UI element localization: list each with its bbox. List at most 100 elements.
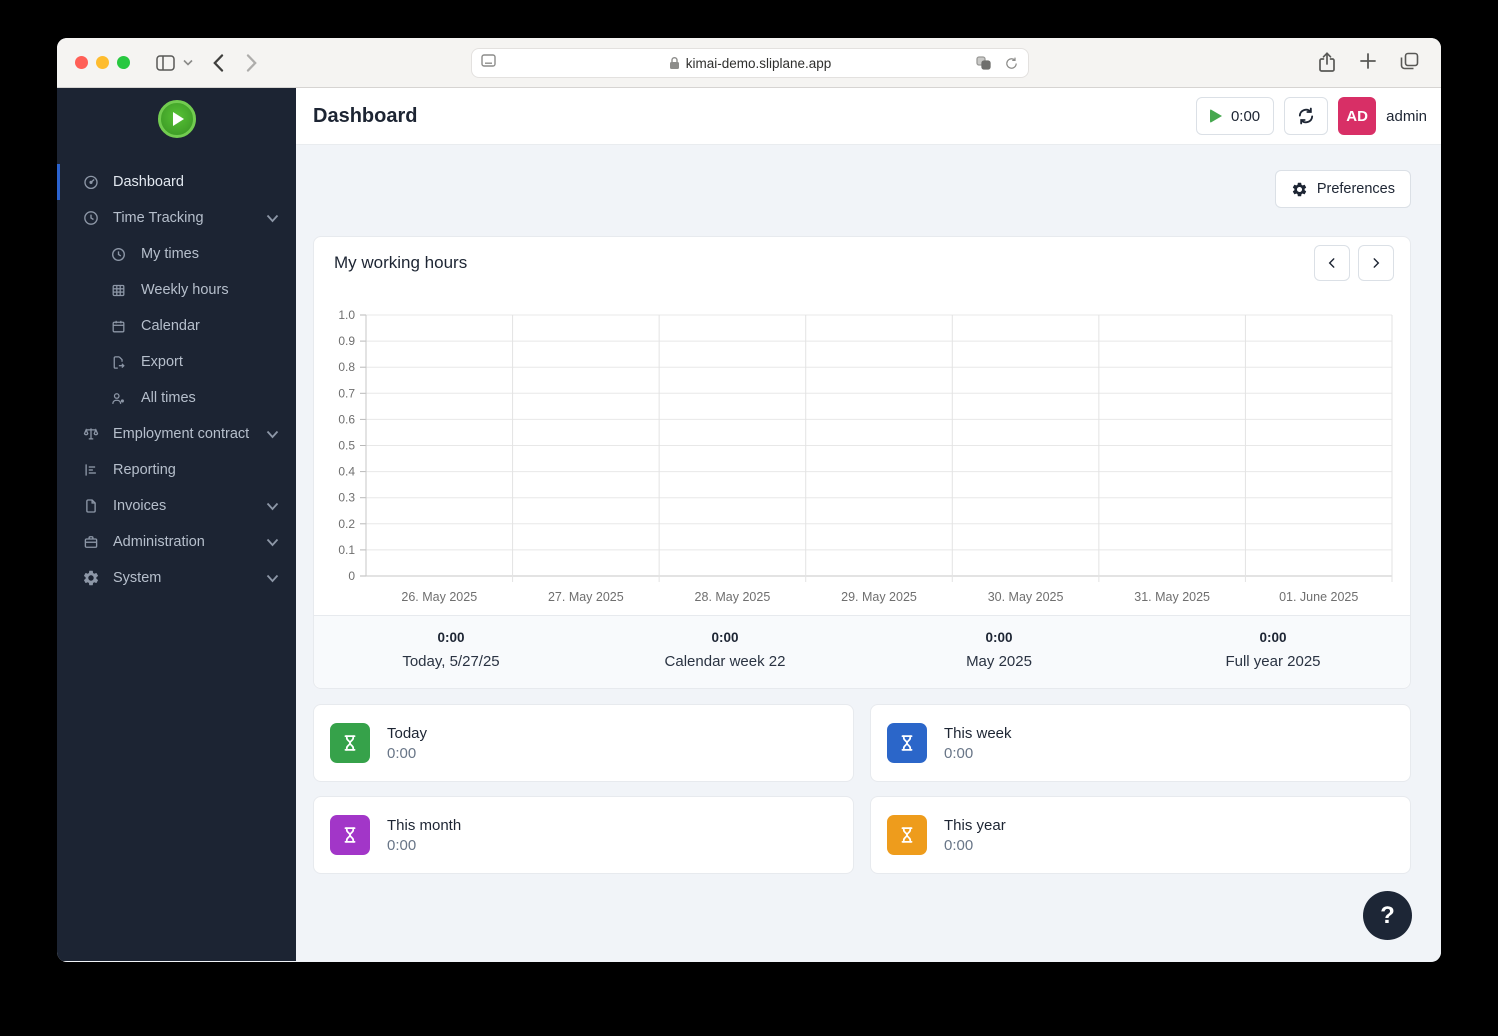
svg-text:0.4: 0.4 (338, 465, 355, 479)
next-period-button[interactable] (1358, 245, 1394, 281)
lock-icon (669, 56, 680, 70)
svg-text:1.0: 1.0 (338, 308, 355, 322)
sidebar-item-label: All times (141, 390, 196, 406)
page-settings-icon[interactable] (481, 54, 496, 72)
sidebar-item-system[interactable]: System (57, 560, 296, 596)
briefcase-icon (82, 533, 100, 551)
minimize-window-button[interactable] (96, 56, 109, 69)
gear-icon (82, 569, 100, 587)
sidebar: Dashboard Time Tracking My times (57, 88, 296, 961)
translate-icon[interactable] (976, 56, 992, 70)
sidebar-item-label: Administration (113, 534, 205, 550)
timer-value: 0:00 (1231, 108, 1260, 125)
sidebar-item-dashboard[interactable]: Dashboard (57, 164, 296, 200)
tab-overview-icon[interactable] (1400, 52, 1419, 70)
gear-icon (1291, 181, 1308, 198)
stat-card-today: Today 0:00 (313, 704, 854, 782)
summary-month: 0:00 May 2025 (862, 630, 1136, 670)
preferences-button[interactable]: Preferences (1275, 170, 1411, 208)
summary-row: 0:00 Today, 5/27/25 0:00 Calendar week 2… (314, 615, 1410, 688)
window-controls (75, 56, 130, 69)
sidebar-item-label: Employment contract (113, 426, 249, 442)
previous-period-button[interactable] (1314, 245, 1350, 281)
chevron-left-icon (1325, 256, 1339, 270)
hourglass-icon (330, 815, 370, 855)
svg-text:29. May 2025: 29. May 2025 (841, 590, 917, 604)
new-tab-icon[interactable] (1359, 52, 1377, 70)
start-timer-button[interactable]: 0:00 (1196, 97, 1274, 135)
invoice-file-icon (82, 497, 100, 515)
chevron-down-icon[interactable] (183, 59, 193, 66)
svg-text:0.9: 0.9 (338, 334, 355, 348)
address-bar[interactable]: kimai-demo.sliplane.app (471, 48, 1029, 78)
summary-week: 0:00 Calendar week 22 (588, 630, 862, 670)
svg-text:31. May 2025: 31. May 2025 (1134, 590, 1210, 604)
sidebar-item-administration[interactable]: Administration (57, 524, 296, 560)
sidebar-item-label: Export (141, 354, 183, 370)
svg-text:28. May 2025: 28. May 2025 (695, 590, 771, 604)
summary-today: 0:00 Today, 5/27/25 (314, 630, 588, 670)
avatar[interactable]: AD (1338, 97, 1376, 135)
clock-icon (110, 245, 128, 263)
browser-chrome: kimai-demo.sliplane.app (57, 38, 1441, 88)
sidebar-item-label: Calendar (141, 318, 200, 334)
stat-card-this-month: This month 0:00 (313, 796, 854, 874)
play-icon (1210, 109, 1222, 123)
sidebar-toggle-icon[interactable] (156, 55, 175, 71)
sidebar-item-invoices[interactable]: Invoices (57, 488, 296, 524)
svg-text:0.3: 0.3 (338, 491, 355, 505)
share-icon[interactable] (1318, 52, 1336, 73)
sidebar-item-label: Weekly hours (141, 282, 229, 298)
svg-text:27. May 2025: 27. May 2025 (548, 590, 624, 604)
svg-text:0: 0 (348, 569, 355, 583)
calendar-icon (110, 317, 128, 335)
help-button[interactable]: ? (1363, 891, 1412, 940)
chevron-down-icon (266, 574, 279, 583)
svg-text:01. June 2025: 01. June 2025 (1279, 590, 1358, 604)
sidebar-item-export[interactable]: Export (57, 344, 296, 380)
browser-window: kimai-demo.sliplane.app Dashboard (57, 38, 1441, 962)
reload-icon[interactable] (1004, 56, 1019, 71)
forward-button[interactable] (246, 54, 257, 72)
sidebar-item-label: Reporting (113, 462, 176, 478)
close-window-button[interactable] (75, 56, 88, 69)
chevron-down-icon (266, 538, 279, 547)
svg-text:30. May 2025: 30. May 2025 (988, 590, 1064, 604)
sidebar-item-time-tracking[interactable]: Time Tracking (57, 200, 296, 236)
back-button[interactable] (213, 54, 224, 72)
sidebar-item-my-times[interactable]: My times (57, 236, 296, 272)
gauge-icon (82, 173, 100, 191)
url-text: kimai-demo.sliplane.app (686, 56, 832, 71)
hourglass-icon (887, 815, 927, 855)
sidebar-item-label: Invoices (113, 498, 166, 514)
working-hours-chart: 00.10.20.30.40.50.60.70.80.91.026. May 2… (314, 289, 1410, 615)
sidebar-item-all-times[interactable]: All times (57, 380, 296, 416)
sidebar-item-label: Dashboard (113, 174, 184, 190)
hourglass-icon (330, 723, 370, 763)
sidebar-item-weekly-hours[interactable]: Weekly hours (57, 272, 296, 308)
refresh-button[interactable] (1284, 97, 1328, 135)
zoom-window-button[interactable] (117, 56, 130, 69)
sidebar-item-calendar[interactable]: Calendar (57, 308, 296, 344)
svg-text:0.2: 0.2 (338, 517, 355, 531)
stat-card-this-year: This year 0:00 (870, 796, 1411, 874)
svg-text:26. May 2025: 26. May 2025 (401, 590, 477, 604)
sidebar-item-label: My times (141, 246, 199, 262)
users-icon (110, 389, 128, 407)
sidebar-item-reporting[interactable]: Reporting (57, 452, 296, 488)
chevron-right-icon (1369, 256, 1383, 270)
report-icon (82, 461, 100, 479)
refresh-icon (1296, 106, 1316, 126)
page-header: Dashboard 0:00 AD admin (296, 88, 1441, 145)
svg-text:0.7: 0.7 (338, 386, 355, 400)
chevron-down-icon (266, 214, 279, 223)
scale-icon (82, 425, 100, 443)
help-label: ? (1380, 902, 1395, 930)
svg-text:0.6: 0.6 (338, 412, 355, 426)
sidebar-item-label: System (113, 570, 161, 586)
sidebar-item-employment-contract[interactable]: Employment contract (57, 416, 296, 452)
hourglass-icon (887, 723, 927, 763)
preferences-label: Preferences (1317, 181, 1395, 197)
kimai-logo-icon[interactable] (158, 100, 196, 138)
username[interactable]: admin (1386, 108, 1427, 125)
